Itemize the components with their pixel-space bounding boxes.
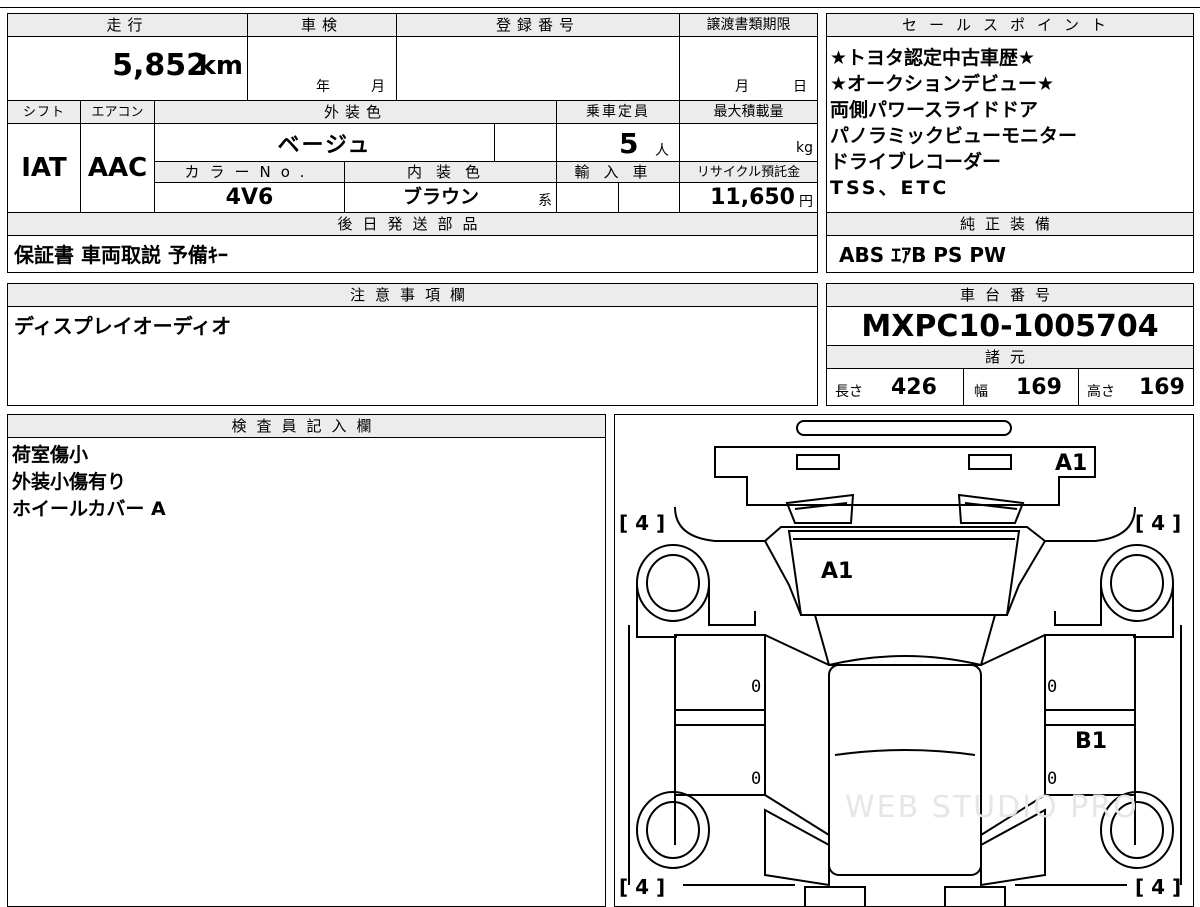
notes-value: ディスプレイオーディオ: [14, 314, 232, 338]
specs-height-label: 高さ: [1087, 384, 1115, 400]
sales-point-line: 両側パワースライドドア: [830, 99, 1039, 121]
interior-color-header: 内装色: [344, 161, 557, 183]
max-load-cell: kg: [679, 123, 818, 162]
car-diagram-frame: [ 4 ] [ 4 ] [ 4 ] [ 4 ] A1 A1 B1 0 0 0 0…: [614, 414, 1194, 907]
recycle-header: リサイクル預託金: [679, 161, 818, 183]
inspector-line: 荷室傷小: [12, 444, 89, 466]
specs-length-cell: 長さ 426: [826, 368, 964, 406]
shift-header: シフト: [7, 100, 81, 124]
sales-point-line: TSS、ETC: [830, 177, 950, 199]
exterior-color-value: ベージュ: [277, 132, 372, 158]
genuine-equipment-cell: ABS ｴｱB PS PW: [826, 235, 1194, 273]
color-no-header: カラーNo.: [154, 161, 345, 183]
inspector-header: 検査員記入欄: [7, 414, 606, 438]
genuine-equipment-header: 純正装備: [826, 212, 1194, 236]
aircon-cell: AAC: [80, 123, 155, 213]
specs-header: 諸元: [826, 345, 1194, 369]
recycle-unit: 円: [799, 194, 813, 210]
later-parts-header: 後日発送部品: [7, 212, 818, 236]
exterior-color-extra-cell: [494, 123, 557, 162]
interior-color-value: ブラウン: [403, 186, 480, 208]
inspection-cell: 年 月: [247, 36, 397, 101]
interior-color-cell: ブラウン 系: [344, 182, 557, 213]
sales-point-line: ★オークションデビュー★: [830, 73, 1055, 95]
shift-value: IAT: [21, 153, 67, 183]
specs-width-label: 幅: [974, 384, 988, 400]
specs-length-value: 426: [891, 375, 937, 400]
interior-color-suffix: 系: [538, 193, 552, 209]
capacity-cell: 5 人: [556, 123, 680, 162]
inspection-month-label: 月: [371, 79, 385, 95]
tire-mark-rear-left: [ 4 ]: [619, 875, 666, 899]
door-zero-rear-left: 0: [751, 769, 762, 789]
door-zero-front-right: 0: [1047, 677, 1058, 697]
mileage-header: 走行: [7, 13, 248, 37]
specs-width-cell: 幅 169: [963, 368, 1079, 406]
registration-header: 登録番号: [396, 13, 680, 37]
sales-point-line: ドライブレコーダー: [830, 151, 1002, 173]
door-zero-rear-right: 0: [1047, 769, 1058, 789]
damage-label-hood: A1: [1055, 451, 1088, 476]
inspection-header: 車検: [247, 13, 397, 37]
exterior-color-cell: ベージュ: [154, 123, 495, 162]
vehicle-info-table: 走行 車検 登録番号 譲渡書類期限 5,852 km 年 月 月 日 シフト エ…: [7, 13, 818, 273]
import-cell-1: [556, 182, 619, 213]
mileage-unit: km: [198, 51, 243, 81]
later-parts-value: 保証書 車両取説 予備ｷｰ: [14, 243, 228, 267]
tire-mark-rear-right: [ 4 ]: [1135, 875, 1182, 899]
aircon-header: エアコン: [80, 100, 155, 124]
chassis-cell: MXPC10-1005704: [826, 306, 1194, 346]
notes-cell: ディスプレイオーディオ: [7, 306, 818, 406]
inspection-year-label: 年: [316, 79, 330, 95]
transfer-deadline-cell: 月 日: [679, 36, 818, 101]
recycle-cell: 11,650 円: [679, 182, 818, 213]
deadline-day-label: 日: [793, 79, 807, 95]
registration-cell: [396, 36, 680, 101]
recycle-value: 11,650: [710, 185, 795, 210]
chassis-value: MXPC10-1005704: [861, 308, 1159, 344]
inspector-line: 外装小傷有り: [12, 471, 127, 493]
shift-cell: IAT: [7, 123, 81, 213]
exterior-color-header: 外装色: [154, 100, 557, 124]
sales-point-line: ★トヨタ認定中古車歴★: [830, 47, 1036, 69]
capacity-unit: 人: [655, 143, 669, 159]
color-no-cell: 4V6: [154, 182, 345, 213]
chassis-header: 車台番号: [826, 283, 1194, 307]
sales-points-header: セールスポイント: [826, 13, 1194, 37]
import-header: 輸入車: [556, 161, 680, 183]
specs-width-value: 169: [1016, 375, 1062, 400]
watermark: WEB STUDIO PRO: [845, 790, 1139, 825]
deadline-month-label: 月: [735, 79, 749, 95]
inspector-line: ホイールカバー A: [12, 498, 166, 520]
specs-length-label: 長さ: [835, 384, 863, 400]
color-no-value: 4V6: [225, 185, 274, 210]
transfer-deadline-header: 譲渡書類期限: [679, 13, 818, 37]
tire-mark-front-left: [ 4 ]: [619, 511, 666, 535]
specs-height-cell: 高さ 169: [1078, 368, 1194, 406]
later-parts-cell: 保証書 車両取説 予備ｷｰ: [7, 235, 818, 273]
capacity-value: 5: [619, 127, 639, 160]
aircon-value: AAC: [87, 153, 148, 183]
import-cell-2: [618, 182, 680, 213]
notes-header: 注意事項欄: [7, 283, 818, 307]
max-load-unit: kg: [796, 140, 813, 156]
max-load-header: 最大積載量: [679, 100, 818, 124]
door-zero-front-left: 0: [751, 677, 762, 697]
genuine-equipment-value: ABS ｴｱB PS PW: [839, 243, 1007, 267]
damage-label-right-door: B1: [1075, 729, 1108, 754]
sales-point-line: パノラミックビューモニター: [830, 125, 1078, 147]
top-clipped-strip: [0, 0, 1200, 8]
capacity-header: 乗車定員: [556, 100, 680, 124]
car-diagram: [628, 420, 1182, 906]
mileage-value: 5,852: [112, 48, 207, 83]
damage-label-windshield: A1: [821, 559, 854, 584]
mileage-cell: 5,852 km: [7, 36, 248, 101]
sales-points-cell: ★トヨタ認定中古車歴★ ★オークションデビュー★ 両側パワースライドドア パノラ…: [826, 36, 1194, 213]
specs-height-value: 169: [1139, 375, 1185, 400]
tire-mark-front-right: [ 4 ]: [1135, 511, 1182, 535]
inspector-cell: 荷室傷小 外装小傷有り ホイールカバー A: [7, 437, 606, 907]
